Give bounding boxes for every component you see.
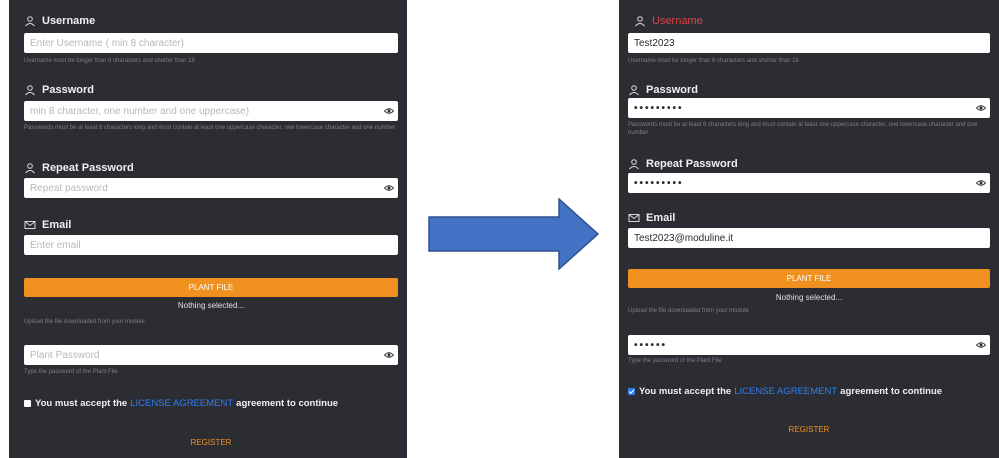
mail-icon — [24, 219, 36, 231]
plant-password-hint: Type the password of the Plant File — [628, 358, 722, 364]
user-icon — [628, 84, 640, 96]
email-label: Email — [24, 219, 71, 231]
repeat-password-label-text: Repeat Password — [646, 158, 738, 170]
repeat-password-label: Repeat Password — [628, 158, 738, 170]
username-hint: Username must be longer than 6 character… — [628, 58, 799, 64]
repeat-password-label-text: Repeat Password — [42, 162, 134, 174]
eye-icon[interactable] — [972, 103, 990, 113]
username-label: Username — [24, 15, 95, 27]
password-field[interactable] — [24, 101, 398, 121]
plant-password-field[interactable] — [24, 345, 398, 365]
eye-icon[interactable] — [380, 350, 398, 360]
username-label: Username — [634, 15, 703, 27]
mail-icon — [628, 212, 640, 224]
user-icon — [24, 162, 36, 174]
agreement-suffix: agreement to continue — [236, 398, 339, 409]
eye-icon[interactable] — [972, 178, 990, 188]
upload-hint: Upload the file downloaded from your mod… — [24, 319, 145, 325]
eye-icon[interactable] — [380, 106, 398, 116]
agreement-prefix: You must accept the — [639, 386, 732, 397]
password-label-text: Password — [42, 84, 94, 96]
nothing-selected-text: Nothing selected... — [775, 293, 843, 302]
email-label-text: Email — [42, 219, 72, 231]
password-hint: Passwords must be at least 8 characters … — [628, 122, 978, 136]
user-icon — [628, 158, 640, 170]
agreement-checkbox[interactable] — [24, 400, 31, 407]
agreement-suffix: agreement to continue — [840, 386, 943, 397]
license-agreement-link[interactable]: LICENSE AGREEMENT — [130, 398, 233, 409]
username-hint: Username must be longer than 6 character… — [24, 58, 195, 64]
license-agreement-link[interactable]: LICENSE AGREEMENT — [734, 386, 837, 397]
plant-password-hint: Type the password of the Plant File — [24, 369, 118, 375]
license-agreement-row: You must accept the LICENSE AGREEMENT ag… — [24, 398, 338, 409]
repeat-password-label: Repeat Password — [24, 162, 134, 174]
checkbox-icon — [628, 389, 635, 394]
password-hint: Passwords must be at least 8 characters … — [24, 125, 396, 131]
password-label: Password — [24, 84, 94, 96]
email-label-text: Email — [646, 212, 676, 224]
email-input[interactable] — [628, 228, 990, 248]
eye-icon[interactable] — [380, 183, 398, 193]
plant-password-masked-value[interactable]: •••••• — [628, 340, 972, 351]
plant-file-button[interactable]: PLANT FILE — [24, 278, 398, 297]
password-masked-value[interactable]: ••••••••• — [628, 103, 972, 114]
registration-form-empty: Username Username must be longer than 6 … — [9, 0, 407, 458]
agreement-checkbox[interactable] — [628, 388, 635, 395]
repeat-password-input[interactable] — [24, 178, 380, 198]
repeat-password-masked-value[interactable]: ••••••••• — [628, 178, 972, 189]
repeat-password-field[interactable] — [24, 178, 398, 198]
email-label: Email — [628, 212, 675, 224]
email-field[interactable] — [628, 228, 990, 248]
license-agreement-row: You must accept the LICENSE AGREEMENT ag… — [628, 386, 942, 397]
username-label-text: Username — [652, 15, 703, 27]
arrow-right-icon — [428, 197, 600, 271]
user-icon — [24, 84, 36, 96]
registration-form-filled: Username Username must be longer than 6 … — [619, 0, 999, 458]
eye-icon[interactable] — [972, 340, 990, 350]
email-field[interactable] — [24, 235, 398, 255]
password-label-text: Password — [646, 84, 698, 96]
username-field[interactable] — [628, 33, 990, 53]
nothing-selected-text: Nothing selected... — [177, 301, 245, 310]
register-button[interactable]: REGISTER — [628, 425, 990, 434]
username-input[interactable] — [628, 33, 990, 53]
username-input[interactable] — [24, 33, 398, 53]
plant-password-input[interactable] — [24, 345, 380, 365]
register-button[interactable]: REGISTER — [24, 438, 398, 447]
password-input[interactable] — [24, 101, 380, 121]
agreement-prefix: You must accept the — [35, 398, 128, 409]
user-icon — [24, 15, 36, 27]
user-icon — [634, 15, 646, 27]
plant-file-button[interactable]: PLANT FILE — [628, 269, 990, 288]
username-label-text: Username — [42, 15, 96, 27]
password-field[interactable]: ••••••••• — [628, 98, 990, 118]
repeat-password-field[interactable]: ••••••••• — [628, 173, 990, 193]
username-field[interactable] — [24, 33, 398, 53]
email-input[interactable] — [24, 235, 398, 255]
password-label: Password — [628, 84, 698, 96]
plant-password-field[interactable]: •••••• — [628, 335, 990, 355]
upload-hint: Upload the file downloaded from your mod… — [628, 308, 749, 314]
